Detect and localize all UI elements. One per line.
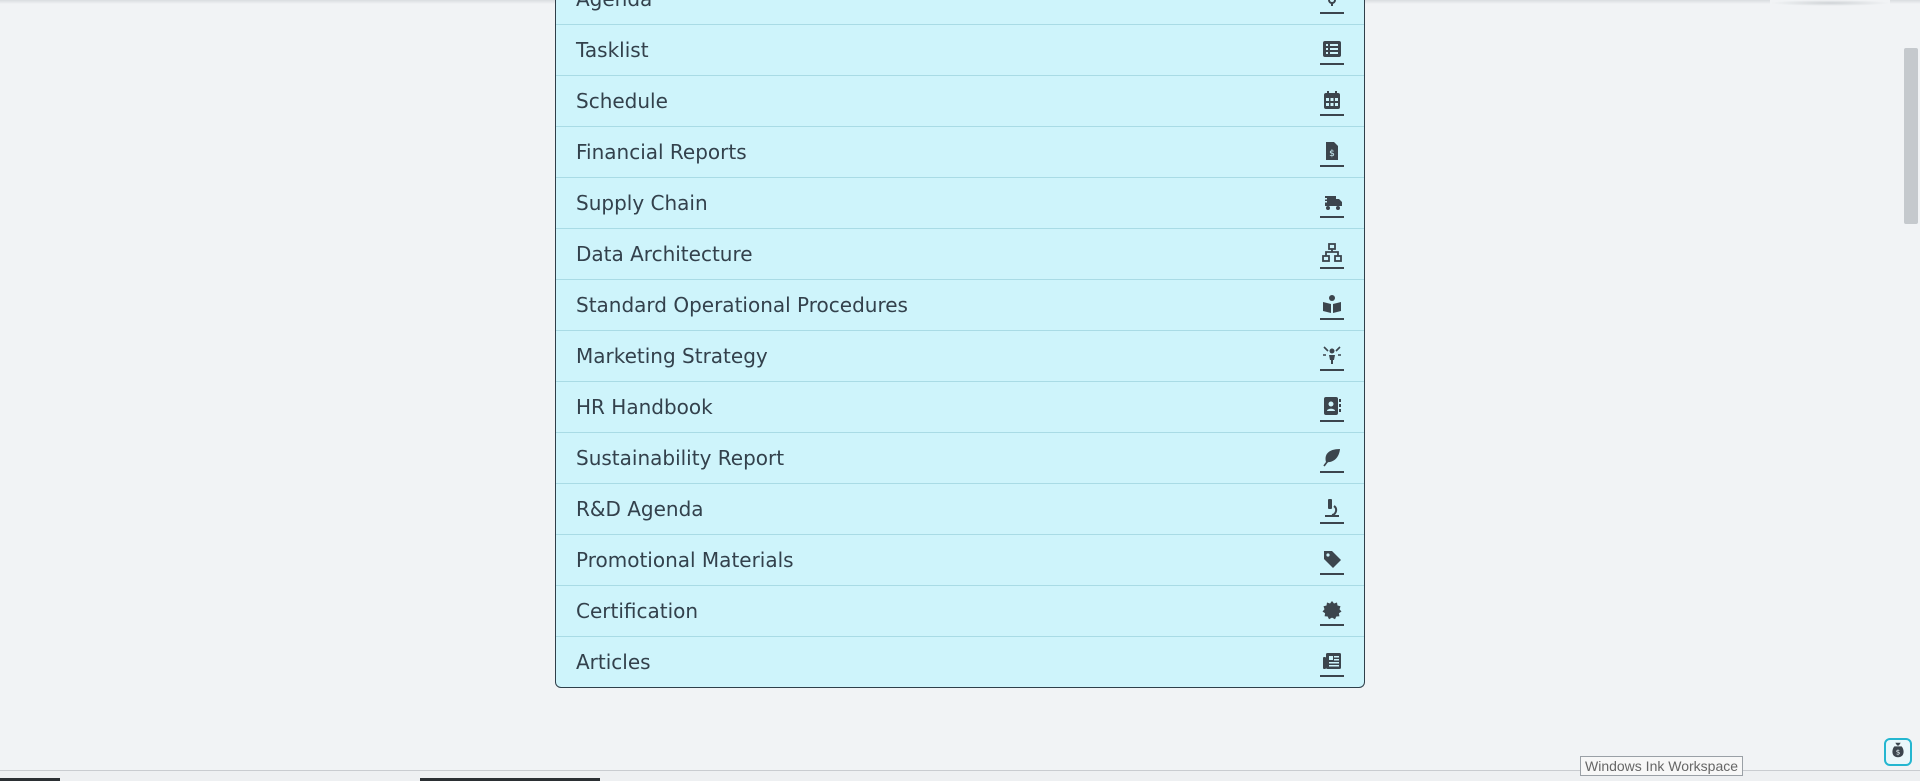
ink-workspace-tooltip: Windows Ink Workspace bbox=[1580, 756, 1744, 776]
list-item-tasklist[interactable]: Tasklist bbox=[556, 25, 1364, 76]
bulb-icon bbox=[1320, 0, 1344, 14]
invoice-dollar-icon: $ bbox=[1320, 137, 1344, 167]
list-item-label: HR Handbook bbox=[576, 395, 713, 419]
list-item-label: Data Architecture bbox=[576, 242, 753, 266]
list-item-agenda[interactable]: Agenda bbox=[556, 0, 1364, 25]
svg-text:$: $ bbox=[1896, 748, 1901, 757]
list-item-label: Standard Operational Procedures bbox=[576, 293, 908, 317]
truck-fast-icon bbox=[1320, 188, 1344, 218]
calendar-icon bbox=[1320, 86, 1344, 116]
certificate-icon bbox=[1320, 596, 1344, 626]
list-item-label: Promotional Materials bbox=[576, 548, 794, 572]
list-item-label: Sustainability Report bbox=[576, 446, 785, 470]
list-item-label: Schedule bbox=[576, 89, 668, 113]
list-item-hr-handbook[interactable]: HR Handbook bbox=[556, 382, 1364, 433]
list-item-label: Marketing Strategy bbox=[576, 344, 768, 368]
list-item-label: Financial Reports bbox=[576, 140, 747, 164]
person-rays-icon bbox=[1320, 341, 1344, 371]
list-item-sustainability-report[interactable]: Sustainability Report bbox=[556, 433, 1364, 484]
list-item-schedule[interactable]: Schedule bbox=[556, 76, 1364, 127]
list-item-supply-chain[interactable]: Supply Chain bbox=[556, 178, 1364, 229]
leaf-icon bbox=[1320, 443, 1344, 473]
list-item-certification[interactable]: Certification bbox=[556, 586, 1364, 637]
address-book-icon bbox=[1320, 392, 1344, 422]
tag-icon bbox=[1320, 545, 1344, 575]
list-item-label: Articles bbox=[576, 650, 651, 674]
list-item-label: Tasklist bbox=[576, 38, 649, 62]
sitemap-icon bbox=[1320, 239, 1344, 269]
ink-workspace-button[interactable]: $ bbox=[1884, 738, 1912, 766]
list-item-standard-operational-procedures[interactable]: Standard Operational Procedures bbox=[556, 280, 1364, 331]
top-right-shadow bbox=[1770, 0, 1890, 6]
list-item-label: R&D Agenda bbox=[576, 497, 704, 521]
list-item-label: Certification bbox=[576, 599, 699, 623]
book-reader-icon bbox=[1320, 290, 1344, 320]
newspaper-icon bbox=[1320, 647, 1344, 677]
list-item-financial-reports[interactable]: Financial Reports $ bbox=[556, 127, 1364, 178]
list-item-label: Agenda bbox=[576, 0, 652, 11]
microscope-icon bbox=[1320, 494, 1344, 524]
document-list: Agenda Tasklist Schedule Financial Repor… bbox=[555, 0, 1365, 688]
scrollbar-thumb[interactable] bbox=[1904, 48, 1918, 224]
list-item-rd-agenda[interactable]: R&D Agenda bbox=[556, 484, 1364, 535]
list-item-label: Supply Chain bbox=[576, 191, 708, 215]
list-item-articles[interactable]: Articles bbox=[556, 637, 1364, 687]
svg-text:$: $ bbox=[1329, 149, 1335, 159]
money-bag-icon: $ bbox=[1889, 741, 1907, 763]
list-item-marketing-strategy[interactable]: Marketing Strategy bbox=[556, 331, 1364, 382]
list-item-data-architecture[interactable]: Data Architecture bbox=[556, 229, 1364, 280]
list-icon bbox=[1320, 35, 1344, 65]
list-item-promotional-materials[interactable]: Promotional Materials bbox=[556, 535, 1364, 586]
